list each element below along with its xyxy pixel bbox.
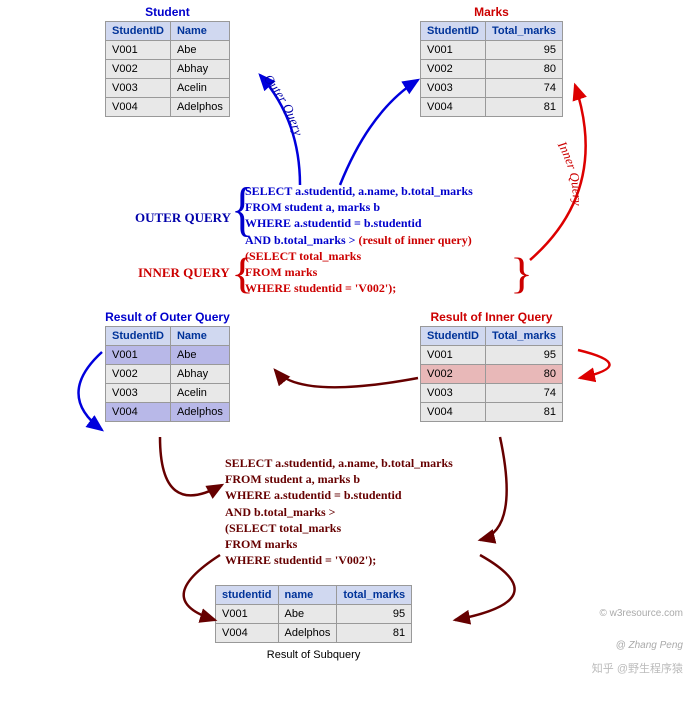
code-line: WHERE a.studentid = b.studentid <box>245 215 473 231</box>
col-header: name <box>278 586 337 605</box>
outer-arc-text: Outer Query <box>261 71 306 137</box>
inner-result-title: Result of Inner Query <box>420 310 563 324</box>
top-code-block: SELECT a.studentid, a.name, b.total_mark… <box>245 183 473 296</box>
code-line: WHERE studentid = 'V002'); <box>245 280 473 296</box>
outer-result-table: StudentID Name V001Abe V002Abhay V003Ace… <box>105 326 230 422</box>
final-result-title: Result of Subquery <box>215 649 412 661</box>
bottom-code-block: SELECT a.studentid, a.name, b.total_mark… <box>225 455 453 568</box>
zhihu-watermark: 知乎 @野生程序猿 <box>592 660 683 676</box>
code-line: (SELECT total_marks <box>225 520 453 536</box>
col-header: Total_marks <box>485 327 562 346</box>
table-header-row: studentid name total_marks <box>216 586 412 605</box>
outer-query-label: OUTER QUERY <box>135 210 231 226</box>
table-row: V004Adelphos <box>106 403 230 422</box>
table-row: V003Acelin <box>106 79 230 98</box>
source-credit: © w3resource.com <box>599 608 683 619</box>
code-line: SELECT a.studentid, a.name, b.total_mark… <box>245 183 473 199</box>
outer-result-title: Result of Outer Query <box>105 310 230 324</box>
code-line: FROM marks <box>225 536 453 552</box>
code-line: FROM student a, marks b <box>245 199 473 215</box>
student-title: Student <box>105 5 230 19</box>
table-row: V001Abe <box>106 346 230 365</box>
marks-table-block: Marks StudentID Total_marks V00195 V0028… <box>420 5 563 117</box>
table-row: V00374 <box>421 79 563 98</box>
code-line: AND b.total_marks > <box>225 504 453 520</box>
col-header: StudentID <box>106 22 171 41</box>
col-header: Name <box>170 22 229 41</box>
code-line: FROM student a, marks b <box>225 471 453 487</box>
inner-result-block: Result of Inner Query StudentID Total_ma… <box>420 310 563 422</box>
code-line: AND b.total_marks > (result of inner que… <box>245 232 473 248</box>
table-header-row: StudentID Name <box>106 22 230 41</box>
code-line: WHERE a.studentid = b.studentid <box>225 487 453 503</box>
table-row: V00195 <box>421 346 563 365</box>
table-row: V00481 <box>421 98 563 117</box>
table-header-row: StudentID Name <box>106 327 230 346</box>
table-row: V004Adelphos <box>106 98 230 117</box>
inner-result-table: StudentID Total_marks V00195 V00280 V003… <box>420 326 563 422</box>
code-line: FROM marks <box>245 264 473 280</box>
col-header: Name <box>170 327 229 346</box>
inner-arc-text: Inner Query <box>554 138 585 206</box>
code-line: WHERE studentid = 'V002'); <box>225 552 453 568</box>
code-line: (SELECT total_marks <box>245 248 473 264</box>
col-header: StudentID <box>106 327 171 346</box>
curly-inner-right: } <box>510 259 533 289</box>
table-row: V001Abe <box>106 41 230 60</box>
col-header: studentid <box>216 586 279 605</box>
table-header-row: StudentID Total_marks <box>421 22 563 41</box>
author-credit: @ Zhang Peng <box>616 640 683 651</box>
col-header: total_marks <box>337 586 412 605</box>
inner-query-label: INNER QUERY <box>138 265 230 281</box>
col-header: StudentID <box>421 327 486 346</box>
table-row: V00280 <box>421 60 563 79</box>
col-header: Total_marks <box>485 22 562 41</box>
marks-title: Marks <box>420 5 563 19</box>
table-row: V004 Adelphos 81 <box>216 624 412 643</box>
table-row: V003Acelin <box>106 384 230 403</box>
final-result-block: studentid name total_marks V001 Abe 95 V… <box>215 585 412 661</box>
student-table: StudentID Name V001Abe V002Abhay V003Ace… <box>105 21 230 117</box>
table-row: V00374 <box>421 384 563 403</box>
table-row: V002Abhay <box>106 365 230 384</box>
outer-result-block: Result of Outer Query StudentID Name V00… <box>105 310 230 422</box>
student-table-block: Student StudentID Name V001Abe V002Abhay… <box>105 5 230 117</box>
table-row: V00481 <box>421 403 563 422</box>
table-row: V002Abhay <box>106 60 230 79</box>
table-row: V001 Abe 95 <box>216 605 412 624</box>
code-line: SELECT a.studentid, a.name, b.total_mark… <box>225 455 453 471</box>
col-header: StudentID <box>421 22 486 41</box>
marks-table: StudentID Total_marks V00195 V00280 V003… <box>420 21 563 117</box>
table-row: V00280 <box>421 365 563 384</box>
final-result-table: studentid name total_marks V001 Abe 95 V… <box>215 585 412 643</box>
table-header-row: StudentID Total_marks <box>421 327 563 346</box>
table-row: V00195 <box>421 41 563 60</box>
